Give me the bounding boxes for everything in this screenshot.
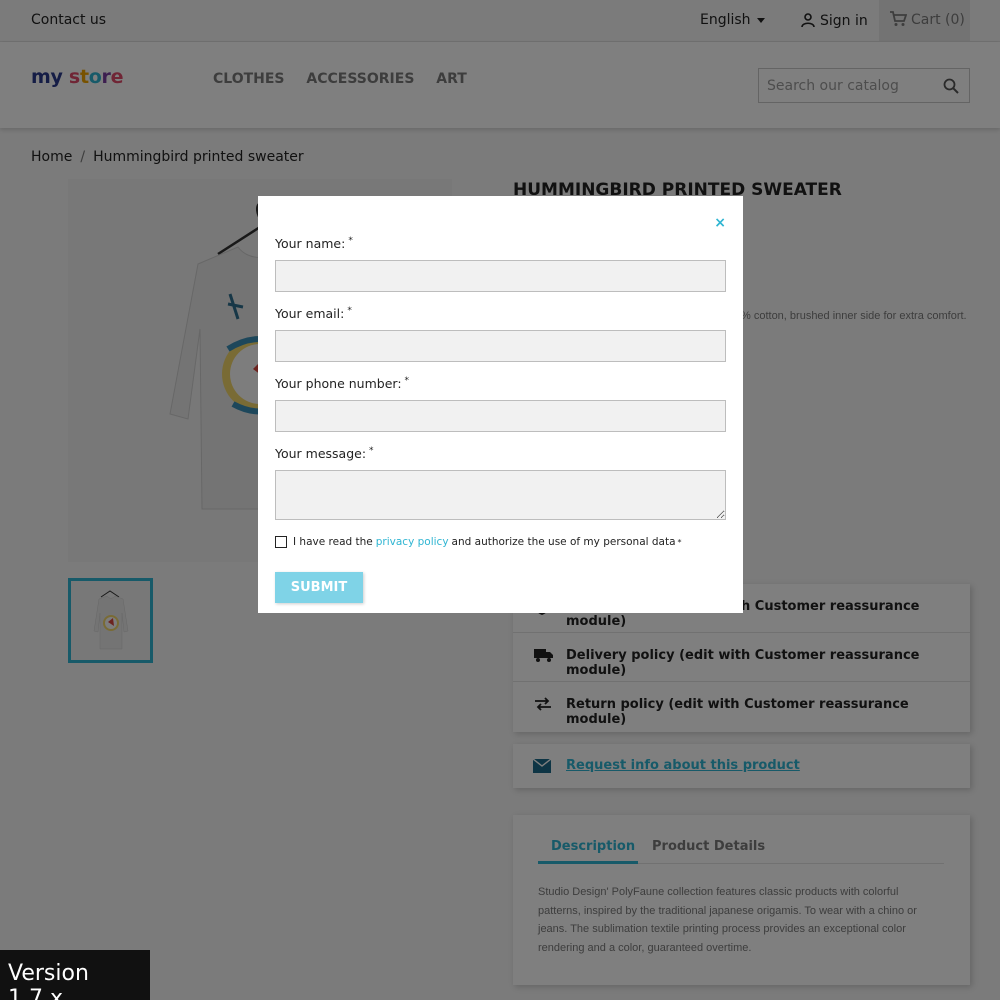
- privacy-policy-link[interactable]: privacy policy: [376, 536, 449, 548]
- request-info-modal: × Your name: * Your email: * Your phone nu…: [258, 196, 743, 613]
- message-label: Your message: *: [275, 446, 374, 462]
- submit-button[interactable]: SUBMIT: [275, 572, 363, 603]
- required-mark: *: [677, 537, 682, 547]
- email-label: Your email: *: [275, 306, 352, 322]
- close-icon[interactable]: ×: [714, 215, 726, 231]
- name-field[interactable]: [275, 260, 726, 292]
- message-field[interactable]: [275, 470, 726, 520]
- name-label: Your name: *: [275, 236, 353, 252]
- email-field[interactable]: [275, 330, 726, 362]
- consent-text-before: I have read the: [293, 536, 373, 548]
- consent-text-after: and authorize the use of my personal dat…: [451, 536, 676, 548]
- version-badge: Version 1.7.x: [0, 950, 150, 1000]
- privacy-consent-checkbox[interactable]: [275, 536, 287, 548]
- phone-label: Your phone number: *: [275, 376, 410, 392]
- privacy-consent: I have read the privacy policy and autho…: [275, 536, 682, 548]
- phone-field[interactable]: [275, 400, 726, 432]
